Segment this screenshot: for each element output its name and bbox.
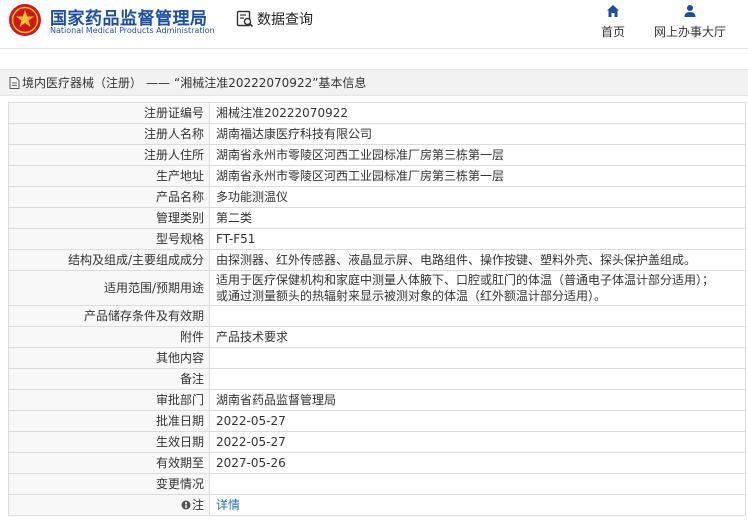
home-icon — [607, 5, 619, 17]
table-row: 备注 — [8, 368, 746, 390]
field-label: 生产地址 — [8, 165, 210, 187]
field-label: 产品名称 — [8, 186, 210, 208]
table-row: 附件 产品技术要求 — [8, 326, 746, 348]
field-value: 多功能测温仪 — [209, 186, 746, 208]
field-label: 有效期至 — [8, 452, 210, 474]
details-link[interactable]: 详情 — [216, 498, 240, 512]
table-row: 批准日期 2022-05-27 — [8, 410, 746, 432]
field-label: 其他内容 — [8, 347, 210, 369]
table-row: 产品名称 多功能测温仪 — [8, 186, 746, 208]
table-row: 注册人名称 湖南福达康医疗科技有限公司 — [8, 123, 746, 145]
nav-home[interactable]: 首页 — [598, 4, 628, 40]
field-value: 湘械注准20222070922 — [209, 102, 746, 124]
field-value — [209, 368, 746, 390]
field-label: 管理类别 — [8, 207, 210, 229]
field-label: 审批部门 — [8, 389, 210, 411]
table-row: 注册证编号 湘械注准20222070922 — [8, 102, 746, 124]
table-row: 有效期至 2027-05-26 — [8, 452, 746, 474]
field-value: 湖南省永州市零陵区河西工业园标准厂房第三栋第一层 — [209, 144, 746, 166]
nav-home-label: 首页 — [600, 25, 625, 39]
table-row: 注 详情 — [8, 494, 746, 516]
table-row: 生产地址 湖南省永州市零陵区河西工业园标准厂房第三栋第一层 — [8, 165, 746, 187]
field-label: 型号规格 — [8, 228, 210, 250]
table-row: 审批部门 湖南省药品监督管理局 — [8, 389, 746, 411]
field-label: 结构及组成/主要组成成分 — [8, 249, 210, 271]
field-value: 湖南福达康医疗科技有限公司 — [209, 123, 746, 145]
field-value-line: 适用于医疗保健机构和家庭中测量人体腋下、口腔或肛门的体温（普通电子体温计部分适用… — [216, 273, 715, 287]
field-value: 2027-05-26 — [209, 452, 746, 474]
document-icon — [9, 76, 20, 89]
user-icon — [684, 5, 696, 17]
breadcrumb-section[interactable]: 境内医疗器械（注册） — [22, 74, 142, 91]
field-label-note: 注 — [8, 494, 210, 516]
data-query-link[interactable]: 数据查询 — [236, 8, 313, 30]
registration-info-table: 注册证编号 湘械注准20222070922 注册人名称 湖南福达康医疗科技有限公… — [8, 102, 746, 516]
data-query-icon — [236, 10, 254, 28]
field-label: 注册人名称 — [8, 123, 210, 145]
field-value — [209, 473, 746, 495]
field-value: 湖南省永州市零陵区河西工业园标准厂房第三栋第一层 — [209, 165, 746, 187]
breadcrumb: 境内医疗器械（注册） —— “湘械注准20222070922”基本信息 — [0, 69, 748, 96]
field-label: 适用范围/预期用途 — [8, 270, 210, 306]
field-value: 湖南省药品监督管理局 — [209, 389, 746, 411]
field-label: 生效日期 — [8, 431, 210, 453]
field-value: FT-F51 — [209, 228, 746, 250]
field-value-line: 或通过测量额头的热辐射来显示被测对象的体温（红外额温计部分适用）。 — [216, 289, 607, 303]
field-label: 产品储存条件及有效期 — [8, 305, 210, 327]
field-label: 注册证编号 — [8, 102, 210, 124]
field-value: 2022-05-27 — [209, 431, 746, 453]
field-value: 详情 — [209, 494, 746, 516]
table-row: 管理类别 第二类 — [8, 207, 746, 229]
field-label: 变更情况 — [8, 473, 210, 495]
field-value: 产品技术要求 — [209, 326, 746, 348]
table-row: 产品储存条件及有效期 — [8, 305, 746, 327]
note-label: 注 — [191, 498, 204, 512]
field-label: 备注 — [8, 368, 210, 390]
field-value: 2022-05-27 — [209, 410, 746, 432]
table-row: 适用范围/预期用途 适用于医疗保健机构和家庭中测量人体腋下、口腔或肛门的体温（普… — [8, 270, 746, 306]
field-value — [209, 305, 746, 327]
site-subtitle: National Medical Products Administration — [50, 26, 215, 35]
nmpa-emblem-icon[interactable] — [8, 3, 42, 37]
field-label: 注册人住所 — [8, 144, 210, 166]
table-row: 生效日期 2022-05-27 — [8, 431, 746, 453]
field-value: 由探测器、红外传感器、液晶显示屏、电路组件、操作按键、塑料外壳、探头保护盖组成。 — [209, 249, 746, 271]
field-value — [209, 347, 746, 369]
nav-online-office-label: 网上办事大厅 — [653, 25, 726, 39]
breadcrumb-separator: —— — [146, 75, 171, 90]
header-gap — [0, 49, 748, 69]
table-row: 变更情况 — [8, 473, 746, 495]
table-row: 其他内容 — [8, 347, 746, 369]
field-label: 附件 — [8, 326, 210, 348]
site-header: 国家药品监督管理局 National Medical Products Admi… — [0, 0, 748, 49]
note-icon — [181, 500, 191, 510]
table-row: 结构及组成/主要组成成分 由探测器、红外传感器、液晶显示屏、电路组件、操作按键、… — [8, 249, 746, 271]
table-row: 注册人住所 湖南省永州市零陵区河西工业园标准厂房第三栋第一层 — [8, 144, 746, 166]
table-row: 型号规格 FT-F51 — [8, 228, 746, 250]
nav-online-office[interactable]: 网上办事大厅 — [648, 4, 732, 40]
data-query-label: 数据查询 — [257, 12, 313, 28]
field-value: 适用于医疗保健机构和家庭中测量人体腋下、口腔或肛门的体温（普通电子体温计部分适用… — [209, 270, 746, 306]
field-label: 批准日期 — [8, 410, 210, 432]
field-value: 第二类 — [209, 207, 746, 229]
breadcrumb-current: “湘械注准20222070922”基本信息 — [174, 76, 367, 90]
